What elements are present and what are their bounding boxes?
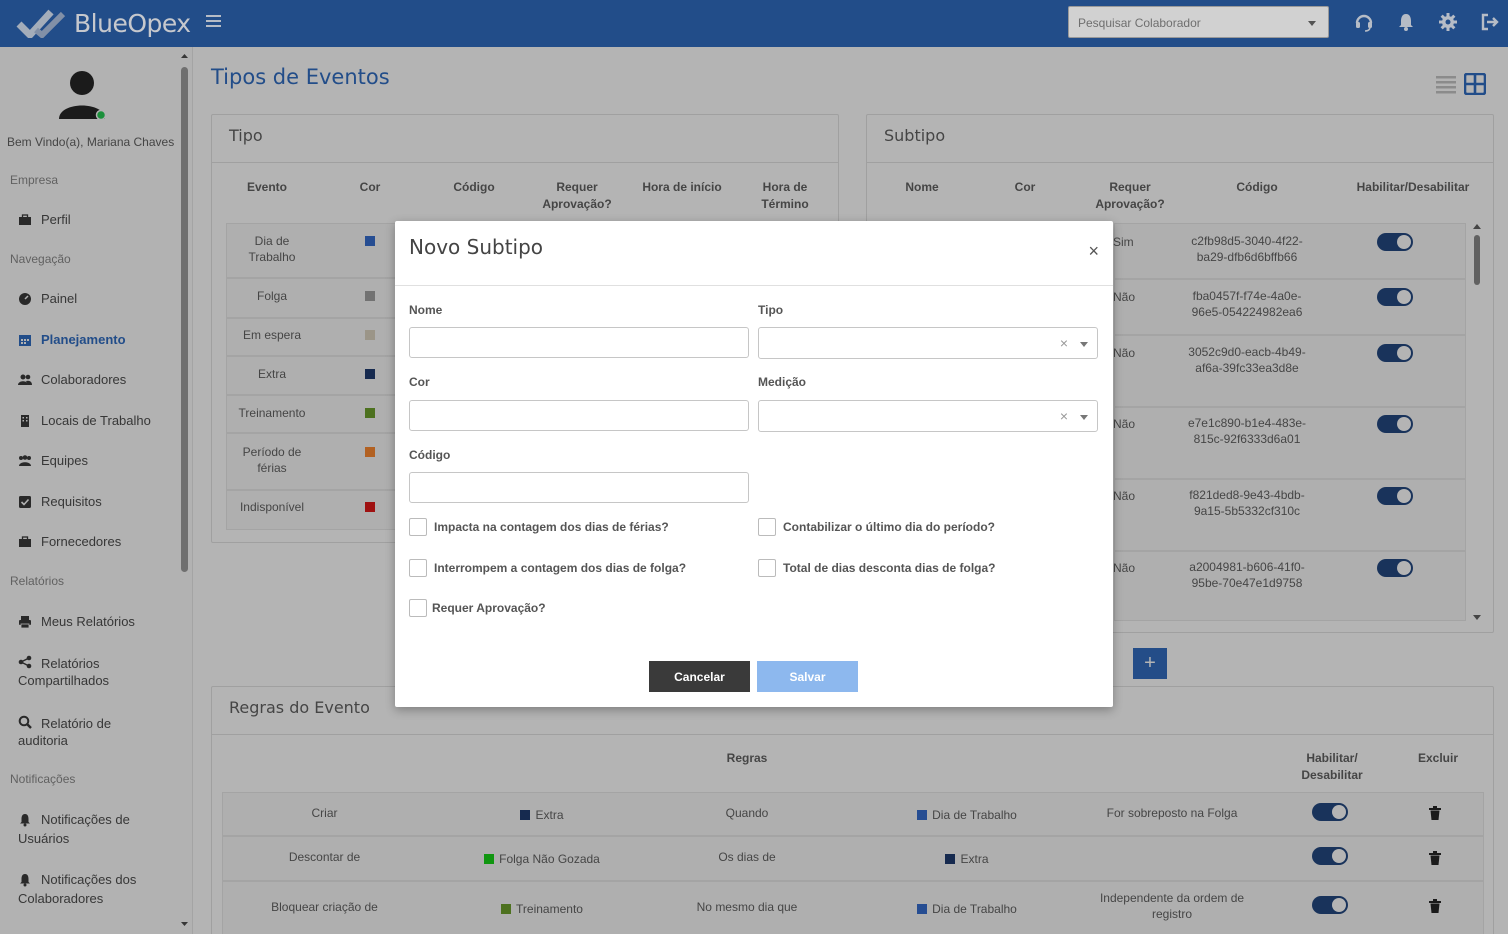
codigo-label: Código xyxy=(409,448,451,462)
nome-input[interactable] xyxy=(409,327,749,358)
checkbox-box[interactable] xyxy=(758,518,776,536)
checkbox-label: Contabilizar o último dia do período? xyxy=(783,520,995,534)
total-dias-folga-checkbox[interactable]: Total de dias desconta dias de folga? xyxy=(758,559,995,577)
cancel-button[interactable]: Cancelar xyxy=(649,661,750,692)
medicao-select[interactable]: × xyxy=(758,400,1098,432)
chevron-down-icon xyxy=(1080,342,1088,347)
checkbox-label: Impacta na contagem dos dias de férias? xyxy=(434,520,669,534)
save-button[interactable]: Salvar xyxy=(757,661,858,692)
interrompem-folga-checkbox[interactable]: Interrompem a contagem dos dias de folga… xyxy=(409,559,686,577)
checkbox-box[interactable] xyxy=(409,559,427,577)
checkbox-label: Interrompem a contagem dos dias de folga… xyxy=(434,561,687,575)
tipo-select[interactable]: × xyxy=(758,327,1098,359)
close-icon[interactable]: × xyxy=(1088,242,1099,260)
tipo-label: Tipo xyxy=(758,303,784,317)
requer-aprovacao-checkbox[interactable]: Requer Aprovação? xyxy=(409,599,546,617)
checkbox-box[interactable] xyxy=(409,599,427,617)
codigo-input[interactable] xyxy=(409,472,749,503)
medicao-label: Medição xyxy=(758,375,807,389)
checkbox-box[interactable] xyxy=(758,559,776,577)
chevron-down-icon xyxy=(1080,415,1088,420)
clear-icon[interactable]: × xyxy=(1060,408,1068,424)
impacta-ferias-checkbox[interactable]: Impacta na contagem dos dias de férias? xyxy=(409,518,669,536)
clear-icon[interactable]: × xyxy=(1060,335,1068,351)
divider xyxy=(395,285,1113,286)
cor-label: Cor xyxy=(409,375,430,389)
nome-label: Nome xyxy=(409,303,443,317)
checkbox-box[interactable] xyxy=(409,518,427,536)
checkbox-label: Total de dias desconta dias de folga? xyxy=(783,561,996,575)
checkbox-label: Requer Aprovação? xyxy=(432,601,546,615)
cor-input[interactable] xyxy=(409,400,749,431)
novo-subtipo-dialog: Novo Subtipo × Nome Tipo × Cor Medição ×… xyxy=(395,221,1113,707)
contabilizar-ultimo-dia-checkbox[interactable]: Contabilizar o último dia do período? xyxy=(758,518,995,536)
dialog-title: Novo Subtipo xyxy=(409,235,544,259)
